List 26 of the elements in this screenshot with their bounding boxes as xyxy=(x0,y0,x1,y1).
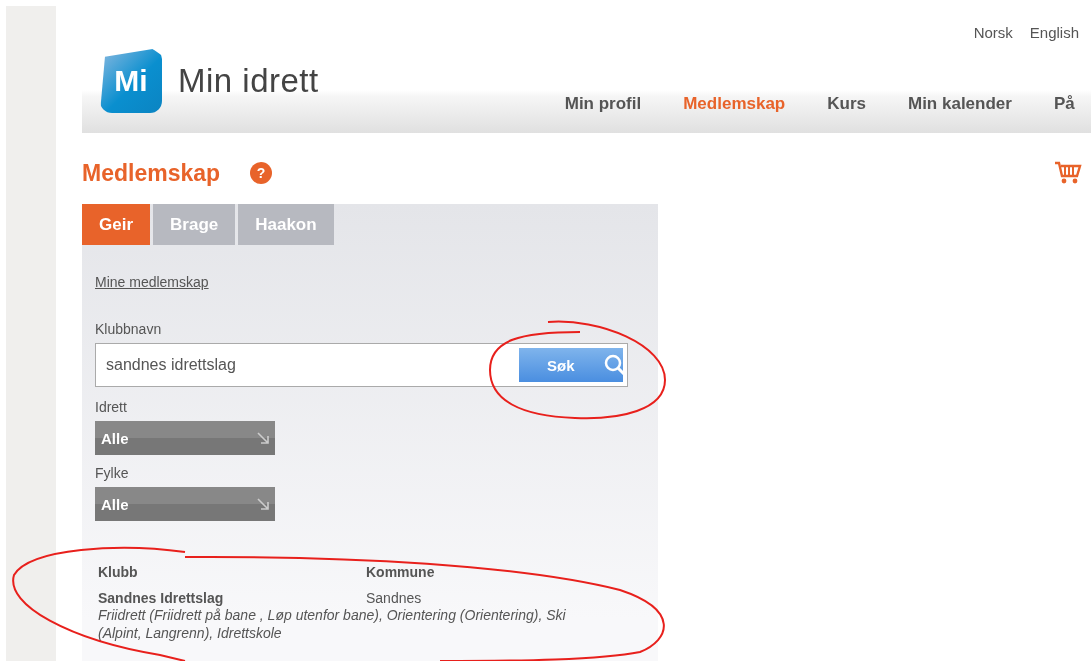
arrow-icon xyxy=(257,432,269,444)
arrow-icon xyxy=(257,498,269,510)
column-header: Klubb xyxy=(98,564,139,580)
field-label: Idrett xyxy=(95,399,128,415)
logo-name[interactable]: Min idrett xyxy=(178,62,319,100)
club-name[interactable]: Sandnes Idrettslag xyxy=(98,590,366,606)
nav-link[interactable]: Min kalender xyxy=(908,94,1012,114)
column-header: Kommune xyxy=(366,564,435,580)
club-search-field[interactable]: sandnes idrettslag Søk xyxy=(95,343,628,387)
help-button[interactable]: ? xyxy=(250,162,273,184)
language-link[interactable]: English xyxy=(1029,24,1079,41)
page-title: Medlemskap xyxy=(82,159,221,187)
field-label: Fylke xyxy=(95,465,130,481)
nav-link[interactable]: På xyxy=(1053,94,1075,114)
nav-link[interactable]: Kurs xyxy=(827,94,866,114)
language-link[interactable]: Norsk xyxy=(973,24,1013,41)
person-tab[interactable]: Geir xyxy=(82,204,151,245)
sports-list: Friidrett (Friidrett på bane , Løp utenfor bane), Orientering (Orientering), Ski (Alpint, Langrenn), Idrettskole xyxy=(98,606,588,642)
municipality-cell: Sandnes xyxy=(366,590,422,606)
dropdown[interactable]: Alle xyxy=(95,421,275,455)
logo-mark[interactable]: Mi xyxy=(100,49,162,113)
memberships-link[interactable]: Mine medlemskap xyxy=(95,274,209,290)
field-label: Klubbnavn xyxy=(95,321,163,337)
cart-icon[interactable] xyxy=(1054,161,1082,185)
dropdown[interactable]: Alle xyxy=(95,487,275,521)
nav-link[interactable]: Min profil xyxy=(564,94,642,114)
